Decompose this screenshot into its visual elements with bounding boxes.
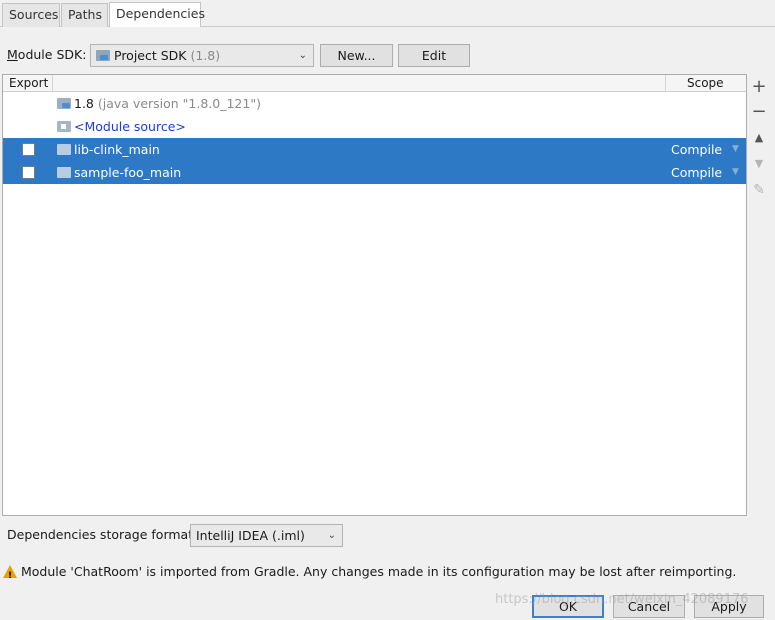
module-sdk-label: Module SDK: (7, 46, 86, 64)
move-up-icon[interactable]: ▲ (749, 127, 769, 149)
storage-format-dropdown[interactable]: IntelliJ IDEA (.iml) ⌄ (190, 524, 343, 547)
scope-value[interactable]: Compile (671, 138, 722, 161)
sdk-selected-value: Project SDK (114, 48, 187, 63)
gradle-warning: Module 'ChatRoom' is imported from Gradl… (3, 563, 773, 585)
tab-dependencies[interactable]: Dependencies (109, 2, 205, 27)
warning-text: Module 'ChatRoom' is imported from Gradl… (21, 564, 737, 579)
scope-value[interactable]: Compile (671, 161, 722, 184)
column-header-scope[interactable]: Scope (687, 75, 737, 91)
tab-bar: Sources Paths Dependencies (0, 0, 775, 27)
column-header-export[interactable]: Export (9, 75, 51, 91)
table-row[interactable]: 1.8 (java version "1.8.0_121") (3, 92, 746, 115)
module-folder-icon (57, 144, 71, 155)
module-folder-icon (57, 167, 71, 178)
dependencies-table[interactable]: Export Scope 1.8 (java version "1.8.0_12… (2, 74, 747, 516)
remove-icon[interactable]: − (749, 101, 769, 123)
storage-format-value: IntelliJ IDEA (.iml) (196, 528, 305, 543)
dependency-name: <Module source> (74, 119, 186, 134)
storage-format-label: Dependencies storage format: (7, 527, 198, 542)
table-row[interactable]: <Module source> (3, 115, 746, 138)
export-checkbox[interactable] (22, 166, 35, 179)
column-divider (665, 75, 666, 91)
cancel-button[interactable]: Cancel (613, 595, 685, 618)
sdk-folder-icon (96, 50, 110, 61)
dependency-name: sample-foo_main (74, 165, 182, 180)
table-row[interactable]: sample-foo_main Compile ▼ (3, 161, 746, 184)
apply-button[interactable]: Apply (694, 595, 764, 618)
dependency-name: 1.8 (java version "1.8.0_121") (74, 96, 261, 111)
warning-icon (3, 565, 17, 585)
column-divider (52, 75, 53, 91)
tab-sources[interactable]: Sources (2, 3, 60, 27)
edit-sdk-button[interactable]: Edit (398, 44, 470, 67)
edit-pencil-icon[interactable]: ✎ (749, 179, 769, 201)
sdk-version: (1.8) (190, 48, 221, 63)
module-source-folder-icon (57, 121, 71, 132)
chevron-down-icon: ⌄ (298, 50, 307, 61)
module-sdk-dropdown[interactable]: Project SDK (1.8) ⌄ (90, 44, 314, 67)
move-down-icon[interactable]: ▼ (749, 153, 769, 175)
table-row[interactable]: lib-clink_main Compile ▼ (3, 138, 746, 161)
chevron-down-icon: ⌄ (327, 530, 336, 541)
chevron-down-icon[interactable]: ▼ (732, 161, 739, 184)
module-sdk-label-rest: odule SDK: (17, 47, 87, 62)
ok-button[interactable]: OK (532, 595, 604, 618)
export-checkbox[interactable] (22, 143, 35, 156)
dependency-name: lib-clink_main (74, 142, 160, 157)
add-icon[interactable]: + (749, 76, 769, 98)
jdk-icon (57, 98, 71, 109)
module-sdk-label-mnemonic: M (7, 47, 18, 62)
chevron-down-icon[interactable]: ▼ (732, 138, 739, 161)
table-header: Export Scope (3, 75, 746, 92)
tab-paths[interactable]: Paths (61, 3, 108, 27)
new-sdk-button[interactable]: New... (320, 44, 393, 67)
